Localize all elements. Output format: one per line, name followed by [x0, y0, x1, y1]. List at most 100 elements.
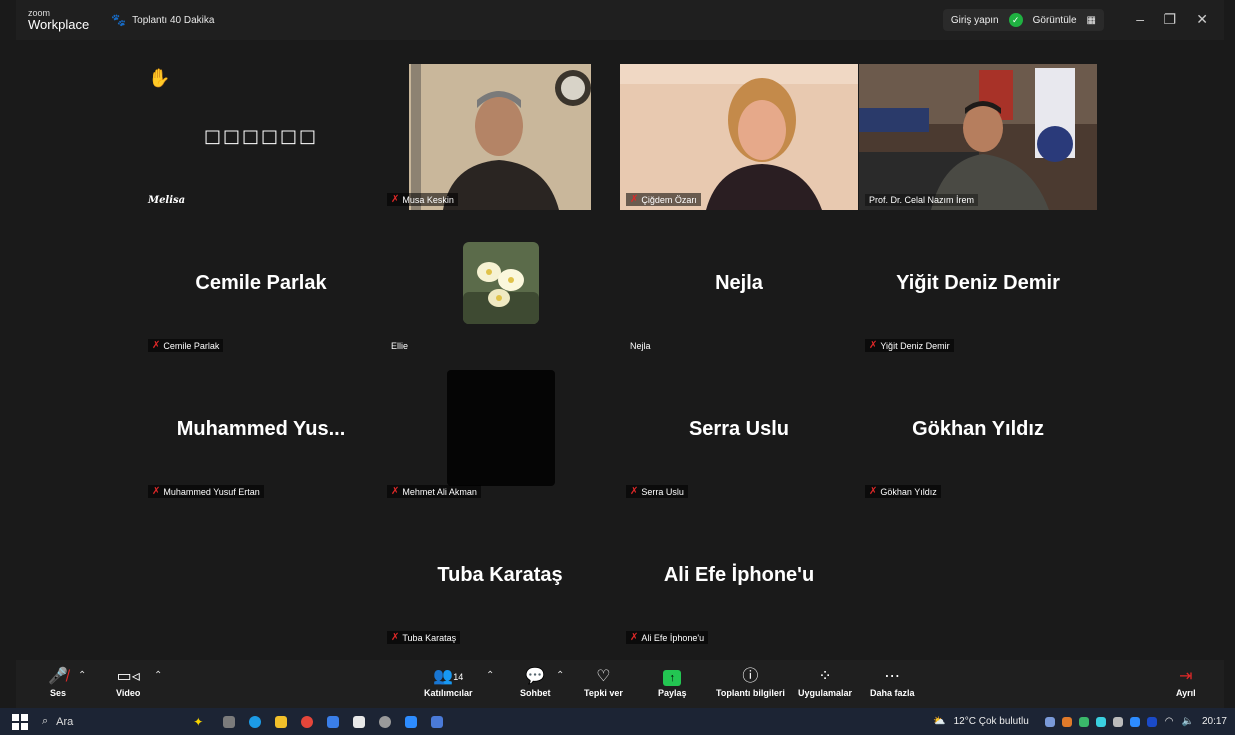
tray-app-icon[interactable]	[1095, 716, 1106, 727]
pinned-apps	[223, 715, 444, 728]
volume-icon[interactable]: 🔈	[1182, 716, 1194, 727]
clock[interactable]: 20:17	[1202, 716, 1227, 727]
tray-app-icon[interactable]	[1112, 716, 1123, 727]
bluetooth-icon[interactable]	[1146, 716, 1157, 727]
participant-name: Muhammed Yusuf Ertan	[163, 486, 260, 497]
leave-button[interactable]: ⇥ Ayrıl	[1176, 666, 1196, 698]
signin-button[interactable]: Giriş yapın	[951, 15, 999, 26]
tile-ali-efe-iphone[interactable]: Ali Efe İphone'u ✗ Ali Efe İphone'u	[620, 502, 858, 648]
brand-big: Workplace	[28, 17, 90, 32]
camera-feed	[620, 64, 858, 210]
video-options-caret[interactable]: ⌃	[154, 670, 162, 681]
participant-name: Prof. Dr. Celal Nazım İrem	[869, 195, 975, 205]
tray-app-icon[interactable]	[1061, 716, 1072, 727]
chat-options-caret[interactable]: ⌃	[556, 670, 564, 681]
participant-name: Cemile Parlak	[163, 340, 220, 351]
minimize-icon[interactable]: –	[1136, 11, 1144, 27]
tile-melisa[interactable]: ✋ □□□□□□ Melisa	[142, 64, 380, 210]
grid-icon[interactable]: ▦	[1087, 15, 1096, 26]
tile-label: ✗ Ali Efe İphone'u	[626, 631, 709, 644]
windows-start-icon[interactable]	[12, 713, 28, 730]
muted-mic-icon: ✗	[869, 340, 878, 351]
muted-mic-icon: ✗	[391, 486, 400, 497]
tile-cemile-parlak[interactable]: Cemile Parlak ✗ Cemile Parlak	[142, 210, 380, 356]
tile-mehmet-ali-akman[interactable]: ✗ Mehmet Ali Akman	[381, 356, 619, 502]
participants-icon: 👥14	[433, 668, 464, 685]
participant-name: Mehmet Ali Akman	[402, 486, 477, 497]
participant-name: Çiğdem Özarı	[641, 194, 697, 205]
taskbar-search[interactable]: ⌕ Ara	[42, 715, 73, 728]
close-icon[interactable]: ✕	[1196, 11, 1208, 28]
edge-icon[interactable]	[249, 715, 262, 728]
black-avatar	[447, 370, 555, 486]
app-icon[interactable]	[431, 715, 444, 728]
tile-ellie[interactable]: Ellie	[381, 210, 619, 356]
camera-feed	[381, 64, 619, 210]
more-icon: ⋯	[884, 668, 901, 685]
apps-button[interactable]: ⁘ Uygulamalar	[798, 666, 852, 698]
flower-avatar	[463, 242, 539, 324]
participants-button[interactable]: 👥14 Katılımcılar	[424, 666, 473, 698]
participant-name: Yiğit Deniz Demir	[880, 340, 950, 351]
apps-label: Uygulamalar	[798, 688, 853, 698]
view-button[interactable]: Görüntüle	[1033, 15, 1077, 26]
zoom-app-icon[interactable]	[405, 715, 418, 728]
tile-label: Prof. Dr. Celal Nazım İrem	[865, 194, 979, 206]
tile-celal-nazim-irem[interactable]: Prof. Dr. Celal Nazım İrem	[859, 64, 1097, 210]
tray-app-icon[interactable]	[1044, 716, 1055, 727]
video-camera-icon: ▭◃	[116, 668, 140, 685]
tile-nejla[interactable]: Nejla Nejla	[620, 210, 858, 356]
share-label: Paylaş	[658, 688, 687, 698]
placeholder-name: □□□□□□	[203, 126, 319, 147]
audio-options-caret[interactable]: ⌃	[78, 670, 86, 681]
tray-zoom-icon[interactable]	[1129, 716, 1140, 727]
shield-icon[interactable]: ✓	[1008, 13, 1023, 27]
weather-icon: ⛅	[933, 716, 946, 727]
file-explorer-icon[interactable]	[275, 715, 288, 728]
display-name: Yiğit Deniz Demir	[896, 272, 1060, 294]
meeting-title-area: 🐾 Toplantı 40 Dakika	[111, 13, 214, 27]
system-tray: ⛅ 12°C Çok bulutlu ◠ 🔈 20:17	[933, 708, 1227, 735]
wifi-icon[interactable]: ◠	[1165, 716, 1174, 727]
tile-musa-keskin[interactable]: ✗ Musa Keskin	[381, 64, 619, 210]
video-button[interactable]: ▭◃ Video	[116, 666, 140, 698]
participants-options-caret[interactable]: ⌃	[486, 670, 494, 681]
muted-mic-icon: ✗	[391, 632, 400, 643]
muted-mic-icon: ✗	[630, 486, 639, 497]
heart-icon: ♡	[596, 668, 611, 685]
participant-name: Ali Efe İphone'u	[641, 632, 705, 643]
notepad-icon[interactable]	[353, 715, 366, 728]
meeting-info-button[interactable]: ⓘ Toplantı bilgileri	[716, 666, 785, 698]
copilot-sparkle-icon[interactable]: ✦	[193, 715, 203, 729]
tile-serra-uslu[interactable]: Serra Uslu ✗ Serra Uslu	[620, 356, 858, 502]
muted-mic-icon: ✗	[630, 194, 639, 205]
more-button[interactable]: ⋯ Daha fazla	[870, 666, 915, 698]
leave-icon: ⇥	[1179, 668, 1193, 685]
more-label: Daha fazla	[870, 688, 915, 698]
tile-label: ✗ Muhammed Yusuf Ertan	[148, 485, 264, 498]
chat-label: Sohbet	[520, 688, 551, 698]
participant-name: Musa Keskin	[402, 194, 454, 205]
settings-icon[interactable]	[379, 715, 392, 728]
muted-mic-icon: ✗	[869, 486, 878, 497]
mail-icon[interactable]	[327, 715, 340, 728]
share-button[interactable]: ↑ Paylaş	[658, 666, 687, 698]
restore-icon[interactable]: ❐	[1163, 11, 1176, 28]
audio-button[interactable]: 🎤̸ Ses	[48, 666, 68, 698]
title-bar: zoom Workplace 🐾 Toplantı 40 Dakika Giri…	[16, 0, 1224, 40]
tile-muhammed-yusuf-ertan[interactable]: Muhammed Yus... ✗ Muhammed Yusuf Ertan	[142, 356, 380, 502]
weather-text[interactable]: 12°C Çok bulutlu	[954, 716, 1029, 727]
chrome-icon[interactable]	[301, 715, 314, 728]
tray-app-icon[interactable]	[1078, 716, 1089, 727]
tile-tuba-karatas[interactable]: Tuba Karataş ✗ Tuba Karataş	[381, 502, 619, 648]
tile-gokhan-yildiz[interactable]: Gökhan Yıldız ✗ Gökhan Yıldız	[859, 356, 1097, 502]
zoom-logo: zoom Workplace	[28, 9, 90, 32]
participant-name: Gökhan Yıldız	[880, 486, 937, 497]
tile-yigit-deniz-demir[interactable]: Yiğit Deniz Demir ✗ Yiğit Deniz Demir	[859, 210, 1097, 356]
info-icon: ⓘ	[742, 668, 759, 685]
chat-button[interactable]: 💬 Sohbet	[520, 666, 551, 698]
task-view-icon[interactable]	[223, 715, 236, 728]
display-name: Ali Efe İphone'u	[663, 564, 815, 586]
tile-cigdem-ozari[interactable]: ✗ Çiğdem Özarı	[620, 64, 858, 210]
react-button[interactable]: ♡ Tepki ver	[584, 666, 623, 698]
